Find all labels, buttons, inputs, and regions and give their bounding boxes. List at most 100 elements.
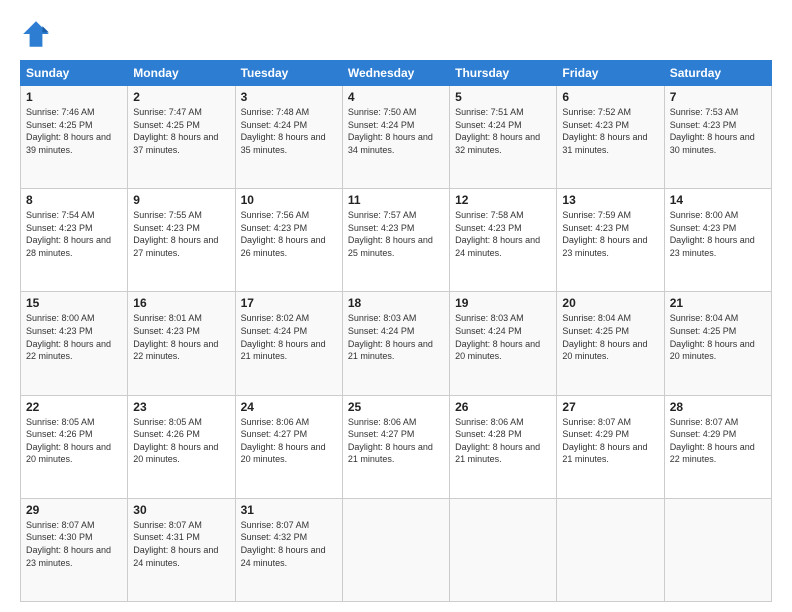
day-info: Sunrise: 7:46 AM Sunset: 4:25 PM Dayligh… bbox=[26, 106, 122, 156]
calendar-cell: 17 Sunrise: 8:02 AM Sunset: 4:24 PM Dayl… bbox=[235, 292, 342, 395]
day-info: Sunrise: 8:01 AM Sunset: 4:23 PM Dayligh… bbox=[133, 312, 229, 362]
day-info: Sunrise: 8:03 AM Sunset: 4:24 PM Dayligh… bbox=[348, 312, 444, 362]
calendar-cell: 30 Sunrise: 8:07 AM Sunset: 4:31 PM Dayl… bbox=[128, 498, 235, 601]
calendar-cell: 21 Sunrise: 8:04 AM Sunset: 4:25 PM Dayl… bbox=[664, 292, 771, 395]
calendar-cell: 16 Sunrise: 8:01 AM Sunset: 4:23 PM Dayl… bbox=[128, 292, 235, 395]
day-number: 26 bbox=[455, 400, 551, 414]
day-info: Sunrise: 7:58 AM Sunset: 4:23 PM Dayligh… bbox=[455, 209, 551, 259]
day-info: Sunrise: 8:03 AM Sunset: 4:24 PM Dayligh… bbox=[455, 312, 551, 362]
calendar-week-2: 8 Sunrise: 7:54 AM Sunset: 4:23 PM Dayli… bbox=[21, 189, 772, 292]
day-number: 18 bbox=[348, 296, 444, 310]
day-info: Sunrise: 8:06 AM Sunset: 4:27 PM Dayligh… bbox=[241, 416, 337, 466]
calendar-cell: 25 Sunrise: 8:06 AM Sunset: 4:27 PM Dayl… bbox=[342, 395, 449, 498]
calendar-cell: 20 Sunrise: 8:04 AM Sunset: 4:25 PM Dayl… bbox=[557, 292, 664, 395]
day-number: 25 bbox=[348, 400, 444, 414]
calendar-cell: 1 Sunrise: 7:46 AM Sunset: 4:25 PM Dayli… bbox=[21, 86, 128, 189]
day-info: Sunrise: 8:04 AM Sunset: 4:25 PM Dayligh… bbox=[562, 312, 658, 362]
day-number: 24 bbox=[241, 400, 337, 414]
day-number: 23 bbox=[133, 400, 229, 414]
calendar-cell: 2 Sunrise: 7:47 AM Sunset: 4:25 PM Dayli… bbox=[128, 86, 235, 189]
day-number: 12 bbox=[455, 193, 551, 207]
day-info: Sunrise: 8:07 AM Sunset: 4:32 PM Dayligh… bbox=[241, 519, 337, 569]
calendar-cell: 6 Sunrise: 7:52 AM Sunset: 4:23 PM Dayli… bbox=[557, 86, 664, 189]
calendar-cell: 10 Sunrise: 7:56 AM Sunset: 4:23 PM Dayl… bbox=[235, 189, 342, 292]
calendar-week-1: 1 Sunrise: 7:46 AM Sunset: 4:25 PM Dayli… bbox=[21, 86, 772, 189]
day-info: Sunrise: 7:56 AM Sunset: 4:23 PM Dayligh… bbox=[241, 209, 337, 259]
day-number: 22 bbox=[26, 400, 122, 414]
calendar-header-wednesday: Wednesday bbox=[342, 61, 449, 86]
day-number: 31 bbox=[241, 503, 337, 517]
header bbox=[20, 18, 772, 50]
calendar-header-friday: Friday bbox=[557, 61, 664, 86]
calendar-cell: 18 Sunrise: 8:03 AM Sunset: 4:24 PM Dayl… bbox=[342, 292, 449, 395]
day-info: Sunrise: 8:07 AM Sunset: 4:29 PM Dayligh… bbox=[670, 416, 766, 466]
day-info: Sunrise: 8:04 AM Sunset: 4:25 PM Dayligh… bbox=[670, 312, 766, 362]
day-info: Sunrise: 8:00 AM Sunset: 4:23 PM Dayligh… bbox=[670, 209, 766, 259]
calendar-cell: 3 Sunrise: 7:48 AM Sunset: 4:24 PM Dayli… bbox=[235, 86, 342, 189]
calendar-cell: 13 Sunrise: 7:59 AM Sunset: 4:23 PM Dayl… bbox=[557, 189, 664, 292]
calendar-cell: 19 Sunrise: 8:03 AM Sunset: 4:24 PM Dayl… bbox=[450, 292, 557, 395]
day-number: 1 bbox=[26, 90, 122, 104]
calendar-header-tuesday: Tuesday bbox=[235, 61, 342, 86]
calendar-week-5: 29 Sunrise: 8:07 AM Sunset: 4:30 PM Dayl… bbox=[21, 498, 772, 601]
day-number: 4 bbox=[348, 90, 444, 104]
day-info: Sunrise: 7:57 AM Sunset: 4:23 PM Dayligh… bbox=[348, 209, 444, 259]
day-info: Sunrise: 8:06 AM Sunset: 4:28 PM Dayligh… bbox=[455, 416, 551, 466]
day-info: Sunrise: 8:00 AM Sunset: 4:23 PM Dayligh… bbox=[26, 312, 122, 362]
day-number: 8 bbox=[26, 193, 122, 207]
day-number: 30 bbox=[133, 503, 229, 517]
calendar-cell: 15 Sunrise: 8:00 AM Sunset: 4:23 PM Dayl… bbox=[21, 292, 128, 395]
day-number: 10 bbox=[241, 193, 337, 207]
calendar-cell: 31 Sunrise: 8:07 AM Sunset: 4:32 PM Dayl… bbox=[235, 498, 342, 601]
calendar-cell bbox=[557, 498, 664, 601]
calendar-header-row: SundayMondayTuesdayWednesdayThursdayFrid… bbox=[21, 61, 772, 86]
calendar-cell: 27 Sunrise: 8:07 AM Sunset: 4:29 PM Dayl… bbox=[557, 395, 664, 498]
calendar-header-thursday: Thursday bbox=[450, 61, 557, 86]
day-number: 6 bbox=[562, 90, 658, 104]
calendar-cell: 29 Sunrise: 8:07 AM Sunset: 4:30 PM Dayl… bbox=[21, 498, 128, 601]
day-info: Sunrise: 8:05 AM Sunset: 4:26 PM Dayligh… bbox=[26, 416, 122, 466]
day-info: Sunrise: 8:07 AM Sunset: 4:29 PM Dayligh… bbox=[562, 416, 658, 466]
calendar-cell bbox=[450, 498, 557, 601]
day-info: Sunrise: 7:59 AM Sunset: 4:23 PM Dayligh… bbox=[562, 209, 658, 259]
calendar-cell: 14 Sunrise: 8:00 AM Sunset: 4:23 PM Dayl… bbox=[664, 189, 771, 292]
day-info: Sunrise: 7:51 AM Sunset: 4:24 PM Dayligh… bbox=[455, 106, 551, 156]
logo bbox=[20, 18, 56, 50]
calendar-cell: 22 Sunrise: 8:05 AM Sunset: 4:26 PM Dayl… bbox=[21, 395, 128, 498]
day-info: Sunrise: 8:06 AM Sunset: 4:27 PM Dayligh… bbox=[348, 416, 444, 466]
day-number: 14 bbox=[670, 193, 766, 207]
day-number: 13 bbox=[562, 193, 658, 207]
day-number: 27 bbox=[562, 400, 658, 414]
calendar-week-4: 22 Sunrise: 8:05 AM Sunset: 4:26 PM Dayl… bbox=[21, 395, 772, 498]
day-number: 3 bbox=[241, 90, 337, 104]
day-number: 17 bbox=[241, 296, 337, 310]
day-info: Sunrise: 8:07 AM Sunset: 4:31 PM Dayligh… bbox=[133, 519, 229, 569]
day-info: Sunrise: 7:47 AM Sunset: 4:25 PM Dayligh… bbox=[133, 106, 229, 156]
day-info: Sunrise: 7:50 AM Sunset: 4:24 PM Dayligh… bbox=[348, 106, 444, 156]
page: SundayMondayTuesdayWednesdayThursdayFrid… bbox=[0, 0, 792, 612]
calendar-cell bbox=[664, 498, 771, 601]
day-number: 2 bbox=[133, 90, 229, 104]
calendar-cell: 26 Sunrise: 8:06 AM Sunset: 4:28 PM Dayl… bbox=[450, 395, 557, 498]
day-info: Sunrise: 7:53 AM Sunset: 4:23 PM Dayligh… bbox=[670, 106, 766, 156]
calendar-week-3: 15 Sunrise: 8:00 AM Sunset: 4:23 PM Dayl… bbox=[21, 292, 772, 395]
logo-icon bbox=[20, 18, 52, 50]
calendar-cell: 7 Sunrise: 7:53 AM Sunset: 4:23 PM Dayli… bbox=[664, 86, 771, 189]
day-info: Sunrise: 8:02 AM Sunset: 4:24 PM Dayligh… bbox=[241, 312, 337, 362]
calendar-header-monday: Monday bbox=[128, 61, 235, 86]
calendar-header-sunday: Sunday bbox=[21, 61, 128, 86]
calendar-cell bbox=[342, 498, 449, 601]
day-info: Sunrise: 7:52 AM Sunset: 4:23 PM Dayligh… bbox=[562, 106, 658, 156]
day-number: 16 bbox=[133, 296, 229, 310]
calendar-cell: 28 Sunrise: 8:07 AM Sunset: 4:29 PM Dayl… bbox=[664, 395, 771, 498]
day-info: Sunrise: 7:55 AM Sunset: 4:23 PM Dayligh… bbox=[133, 209, 229, 259]
day-info: Sunrise: 8:07 AM Sunset: 4:30 PM Dayligh… bbox=[26, 519, 122, 569]
day-number: 28 bbox=[670, 400, 766, 414]
day-number: 9 bbox=[133, 193, 229, 207]
calendar-cell: 9 Sunrise: 7:55 AM Sunset: 4:23 PM Dayli… bbox=[128, 189, 235, 292]
day-number: 19 bbox=[455, 296, 551, 310]
calendar-header-saturday: Saturday bbox=[664, 61, 771, 86]
calendar-cell: 12 Sunrise: 7:58 AM Sunset: 4:23 PM Dayl… bbox=[450, 189, 557, 292]
calendar-cell: 4 Sunrise: 7:50 AM Sunset: 4:24 PM Dayli… bbox=[342, 86, 449, 189]
calendar-cell: 24 Sunrise: 8:06 AM Sunset: 4:27 PM Dayl… bbox=[235, 395, 342, 498]
